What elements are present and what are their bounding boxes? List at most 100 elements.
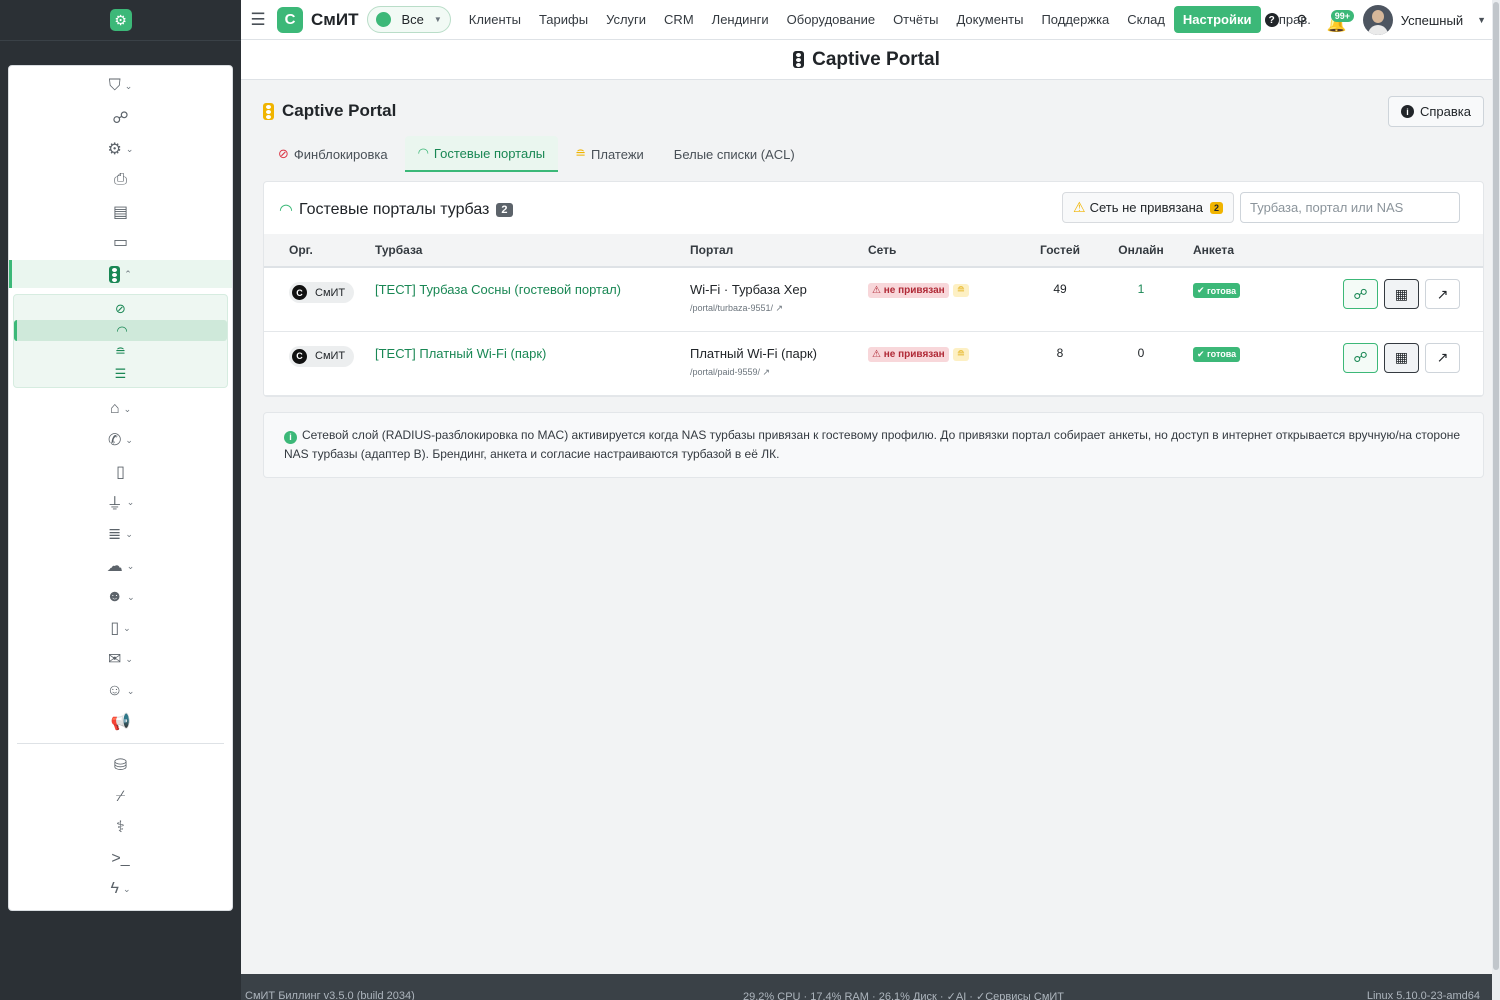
sidebar-item-mail[interactable]: ✉ ⌄ [9, 645, 232, 673]
network-status-badge: ⚠ не привязан [868, 283, 949, 298]
tab-payments[interactable]: ≘ Платежи [562, 136, 657, 172]
page-scrollbar[interactable] [1492, 0, 1500, 1000]
sidebar-item-plugins[interactable]: ⏚ ⌄ [9, 488, 232, 516]
sidebar-item-captive-portal[interactable]: ⌃ [9, 260, 232, 288]
avatar[interactable] [1362, 5, 1393, 35]
form-status-text: готова [1207, 285, 1237, 296]
nav-support[interactable]: Поддержка [1032, 12, 1118, 27]
open-portal-button[interactable]: ↗ [1425, 279, 1460, 309]
open-portal-button[interactable]: ↗ [1425, 342, 1460, 373]
sidebar-item-users[interactable]: ☺ ⌄ [9, 677, 232, 705]
sidebar-item-power[interactable]: ϟ ⌄ [9, 875, 232, 903]
sidebar-item-bank[interactable]: ⌂ ⌄ [9, 395, 232, 423]
qr-code-button[interactable]: ▦ [1384, 342, 1419, 373]
sidebar-item-payments[interactable]: ▭ [9, 228, 232, 256]
traffic-light-icon [793, 51, 805, 68]
info-icon: i [284, 431, 297, 444]
phone-volume-icon: ✆ [108, 432, 122, 449]
nav-crm[interactable]: CRM [655, 12, 703, 27]
tab-finblock[interactable]: ⊘ Финблокировка [265, 136, 401, 172]
info-alert: i Сетевой слой (RADIUS-разблокировка по M… [263, 412, 1484, 478]
nav-settings[interactable]: Настройки [1173, 6, 1261, 33]
chevron-down-icon: ⌄ [124, 80, 133, 91]
sidebar-item-cloud[interactable]: ☁ ⌄ [9, 552, 232, 580]
col-base[interactable]: Турбаза [375, 234, 690, 268]
sidebar-item-telephony[interactable]: ✆ ⌄ [9, 426, 232, 454]
nav-landings[interactable]: Лендинги [703, 12, 778, 27]
tab-guest-portals[interactable]: ◠ Гостевые порталы [404, 136, 559, 172]
info-text: Сетевой слой (RADIUS-разблокировка по MA… [284, 428, 1461, 461]
nav-documents[interactable]: Документы [947, 12, 1032, 27]
sidebar-item-database[interactable]: ⛁ [9, 751, 232, 779]
portal-path-link[interactable]: /portal/paid-9559/ ↗ [690, 367, 868, 378]
nav-equipment[interactable]: Оборудование [778, 12, 884, 27]
settings-logo-icon[interactable]: ⚙ [109, 9, 132, 31]
scope-value: Все [401, 12, 424, 27]
col-online[interactable]: Онлайн [1095, 234, 1187, 268]
cloud-icon: ☁ [106, 558, 123, 575]
username[interactable]: Успешный [1401, 13, 1463, 28]
search-input[interactable] [1240, 192, 1460, 223]
sidebar-item-cleanup[interactable]: ⌿ [9, 783, 232, 811]
portal-path-link[interactable]: /portal/turbaza-9551/ ↗ [690, 303, 868, 314]
nav-tariffs[interactable]: Тарифы [530, 12, 597, 27]
tab-label: Белые списки (ACL) [673, 146, 795, 162]
sidebar-subitem-payments[interactable]: ≘ [14, 341, 227, 362]
sitemap-icon: ☍ [112, 110, 129, 127]
network-bind-button[interactable]: ☍ [1343, 342, 1378, 373]
help-icon[interactable]: ? [1261, 9, 1283, 31]
form-status-text: готова [1207, 349, 1237, 359]
sidebar-item-system[interactable]: ⚙ ⌄ [9, 135, 232, 163]
sidebar-subitem-acl[interactable]: ☰ [14, 363, 227, 384]
footer-kernel: Linux 5.10.0-23-amd64 [1366, 990, 1480, 1000]
tab-acl[interactable]: Белые списки (ACL) [661, 136, 808, 172]
robot-icon: ☻ [106, 588, 124, 605]
tab-label: Платежи [591, 146, 644, 162]
sidebar-item-terminal[interactable]: >_ [9, 845, 232, 873]
sidebar-item-robot[interactable]: ☻ ⌄ [9, 583, 232, 611]
count-badge: 2 [496, 203, 513, 217]
stethoscope-icon: ⚕ [116, 819, 125, 836]
chevron-down-icon: ⌄ [123, 403, 132, 414]
filter-unbound-button[interactable]: ⚠ Сеть не привязана 2 [1062, 192, 1235, 223]
tab-label: Гостевые порталы [433, 145, 546, 161]
database-icon: ⛁ [113, 757, 128, 774]
broom-icon: ⌿ [115, 788, 126, 805]
col-form[interactable]: Анкета [1187, 234, 1277, 268]
base-link[interactable]: [ТЕСТ] Платный Wi-Fi (парк) [375, 346, 546, 361]
sidebar-item-print[interactable]: ⎙ [9, 166, 232, 194]
qrcode-icon: ▦ [1394, 349, 1409, 365]
unbound-count: 2 [1210, 201, 1224, 214]
notifications-button[interactable]: 🔔 99+ [1323, 5, 1354, 35]
sidebar-subitem-finblock[interactable]: ⊘ [14, 298, 227, 319]
nav-warehouse[interactable]: Склад [1118, 12, 1174, 27]
menu-toggle-icon[interactable]: ☰ [245, 10, 271, 30]
sidebar-item-structure[interactable]: ☍ [9, 104, 232, 132]
sidebar-item-servers[interactable]: ≣ ⌄ [9, 520, 232, 548]
sidebar-item-scroll[interactable]: ▯ [9, 458, 232, 486]
sidebar-item-security[interactable]: ⛉ ⌄ [9, 72, 232, 100]
nav-clients[interactable]: Клиенты [460, 12, 530, 27]
help-button[interactable]: i Справка [1388, 96, 1484, 127]
sidebar-item-marketing[interactable]: 📢 [9, 708, 232, 736]
sidebar-item-diagnostics[interactable]: ⚕ [9, 813, 232, 841]
base-link[interactable]: [ТЕСТ] Турбаза Сосны (гостевой портал) [375, 282, 621, 297]
col-portal[interactable]: Портал [690, 234, 868, 268]
col-guests[interactable]: Гостей [1025, 234, 1095, 268]
nav-services[interactable]: Услуги [597, 12, 655, 27]
footer-version: СмИТ Биллинг v3.5.0 (build 2034) [245, 990, 415, 1000]
online-count: 1 [1137, 282, 1145, 296]
col-org[interactable]: Орг. [264, 234, 375, 268]
col-network[interactable]: Сеть [868, 234, 1025, 268]
caret-down-icon[interactable]: ▼ [1477, 15, 1486, 25]
nav-reports[interactable]: Отчёты [884, 12, 947, 27]
brand[interactable]: С СмИТ [277, 6, 358, 33]
qr-code-button[interactable]: ▦ [1384, 279, 1419, 309]
chevron-down-icon: ⌄ [125, 528, 133, 539]
search-icon[interactable]: ⚲ [1291, 9, 1313, 31]
sidebar-subitem-guest-portals[interactable]: ◠ [14, 320, 227, 341]
sidebar-item-mobile[interactable]: ▯ ⌄ [9, 614, 232, 642]
sidebar-item-cash-register[interactable]: ▤ [9, 198, 232, 226]
scope-select[interactable]: Все ▼ [367, 6, 451, 33]
network-bind-button[interactable]: ☍ [1343, 279, 1378, 309]
